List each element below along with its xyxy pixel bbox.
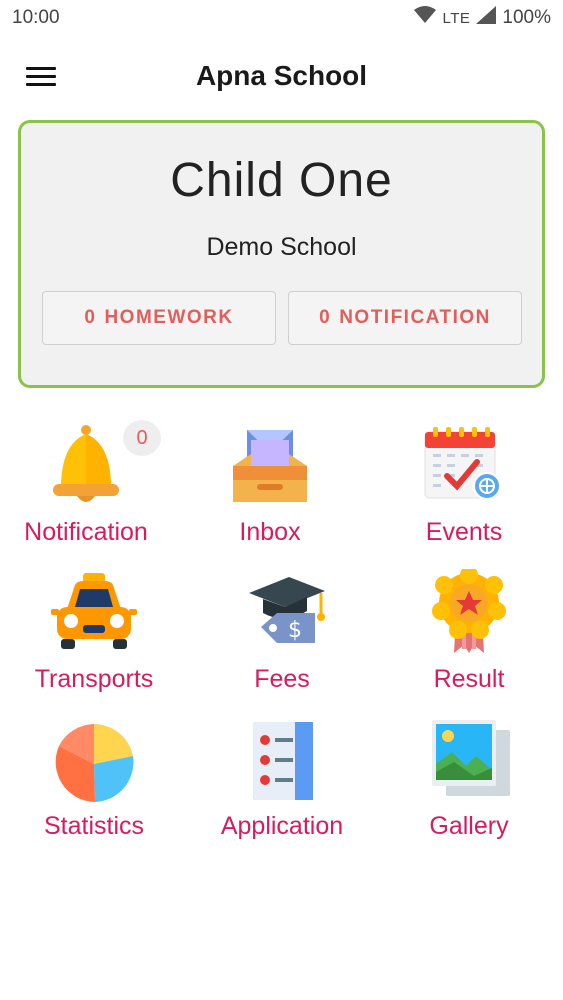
menu-label-fees: Fees bbox=[254, 665, 310, 693]
menu-label-events: Events bbox=[425, 518, 503, 546]
menu-tile-statistics[interactable]: Statistics bbox=[0, 716, 188, 856]
inbox-icon bbox=[225, 422, 315, 512]
menu-tile-application[interactable]: Application bbox=[188, 716, 376, 856]
menu-tile-inbox[interactable]: Inbox bbox=[176, 422, 364, 562]
fees-icon: $ bbox=[237, 569, 327, 659]
school-name: Demo School bbox=[206, 233, 357, 261]
menu-label-transports: Transports bbox=[34, 665, 154, 693]
battery-level: 100% bbox=[502, 7, 551, 28]
calendar-icon bbox=[419, 422, 509, 512]
menu-label-gallery: Gallery bbox=[429, 812, 509, 840]
list-icon bbox=[237, 716, 327, 806]
menu-label-application: Application bbox=[220, 812, 344, 840]
bell-icon bbox=[41, 422, 131, 512]
notification-badge: 0 bbox=[123, 420, 161, 456]
svg-text:$: $ bbox=[288, 618, 302, 643]
menu-label-statistics: Statistics bbox=[43, 812, 145, 840]
network-type: LTE bbox=[442, 9, 471, 27]
medal-icon bbox=[424, 569, 514, 659]
notification-count: 0 bbox=[319, 307, 332, 328]
gallery-icon bbox=[424, 716, 514, 806]
notification-label: NOTIFICATION bbox=[339, 307, 491, 328]
app-bar: Apna School bbox=[0, 44, 563, 108]
status-icons: LTE 100% bbox=[414, 6, 551, 30]
menu-tile-gallery[interactable]: Gallery bbox=[375, 716, 563, 856]
wifi-icon bbox=[414, 6, 437, 30]
menu-icon[interactable] bbox=[26, 62, 58, 90]
status-time: 10:00 bbox=[12, 7, 60, 28]
menu-label-notification: Notification bbox=[24, 518, 148, 546]
signal-icon bbox=[476, 6, 497, 30]
pie-chart-icon bbox=[49, 716, 139, 806]
child-card: Child One Demo School 0 HOMEWORK 0 NOTIF… bbox=[18, 120, 545, 388]
menu-tile-transports[interactable]: Transports bbox=[0, 569, 188, 709]
menu-label-inbox: Inbox bbox=[239, 518, 301, 546]
menu-tile-fees[interactable]: $ Fees bbox=[188, 569, 376, 709]
taxi-icon bbox=[49, 569, 139, 659]
status-bar: 10:00 LTE 100% bbox=[0, 0, 563, 36]
menu-label-result: Result bbox=[433, 665, 505, 693]
homework-count: 0 bbox=[84, 307, 97, 328]
homework-button[interactable]: 0 HOMEWORK bbox=[42, 291, 276, 345]
homework-label: HOMEWORK bbox=[104, 307, 234, 328]
app-title: Apna School bbox=[195, 60, 368, 91]
menu-tile-result[interactable]: Result bbox=[375, 569, 563, 709]
menu-tile-events[interactable]: Events bbox=[370, 422, 558, 562]
child-name: Child One bbox=[170, 154, 393, 207]
notification-button[interactable]: 0 NOTIFICATION bbox=[288, 291, 522, 345]
